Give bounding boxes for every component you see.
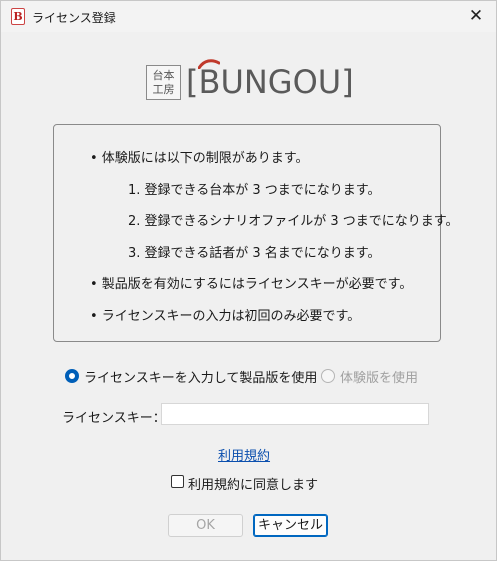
cancel-button[interactable]: キャンセル: [253, 514, 328, 537]
logo-emblem-line1: 台本: [152, 69, 175, 82]
close-button[interactable]: ✕: [456, 1, 496, 32]
radio-selected-icon[interactable]: [65, 369, 79, 383]
license-key-label: ライセンスキー：: [62, 411, 166, 426]
terms-of-use-link[interactable]: 利用規約: [218, 445, 270, 464]
title-bar: B ライセンス登録 ✕: [1, 1, 496, 32]
license-key-input[interactable]: [161, 403, 429, 425]
trial-info-box: • 体験版には以下の制限があります。 1. 登録できる台本が 3 つまでになりま…: [53, 124, 459, 342]
info-bullet-license-required: • 製品版を有効にするにはライセンスキーが必要です。: [90, 277, 413, 292]
info-bullet-trial-limits: • 体験版には以下の制限があります。: [90, 151, 309, 166]
info-limit-item: 3. 登録できる話者が 3 名までになります。: [128, 246, 381, 261]
radio-product-label[interactable]: ライセンスキーを入力して製品版を使用: [84, 367, 317, 386]
info-bullet-first-time-only: • ライセンスキーの入力は初回のみ必要です。: [90, 309, 361, 324]
logo-wordmark: [BUNGOU]: [186, 63, 354, 101]
logo-emblem-line2: 工房: [152, 83, 175, 96]
info-limit-item: 1. 登録できる台本が 3 つまでになります。: [128, 183, 381, 198]
info-limit-item: 2. 登録できるシナリオファイルが 3 つまでになります。: [128, 214, 459, 229]
app-icon: B: [11, 8, 25, 25]
radio-unselected-icon[interactable]: [321, 369, 335, 383]
window-title: ライセンス登録: [32, 11, 116, 25]
agree-terms-checkbox[interactable]: [171, 475, 184, 488]
radio-trial-label[interactable]: 体験版を使用: [340, 367, 418, 386]
logo-emblem: 台本 工房: [146, 65, 181, 100]
bungou-logo: 台本 工房 [BUNGOU]: [146, 59, 354, 101]
license-dialog: B ライセンス登録 ✕ 台本 工房 [BUNGOU] • 体験版には以下の制限が…: [0, 0, 497, 561]
ok-button[interactable]: OK: [168, 514, 243, 537]
agree-terms-label[interactable]: 利用規約に同意します: [188, 474, 318, 493]
